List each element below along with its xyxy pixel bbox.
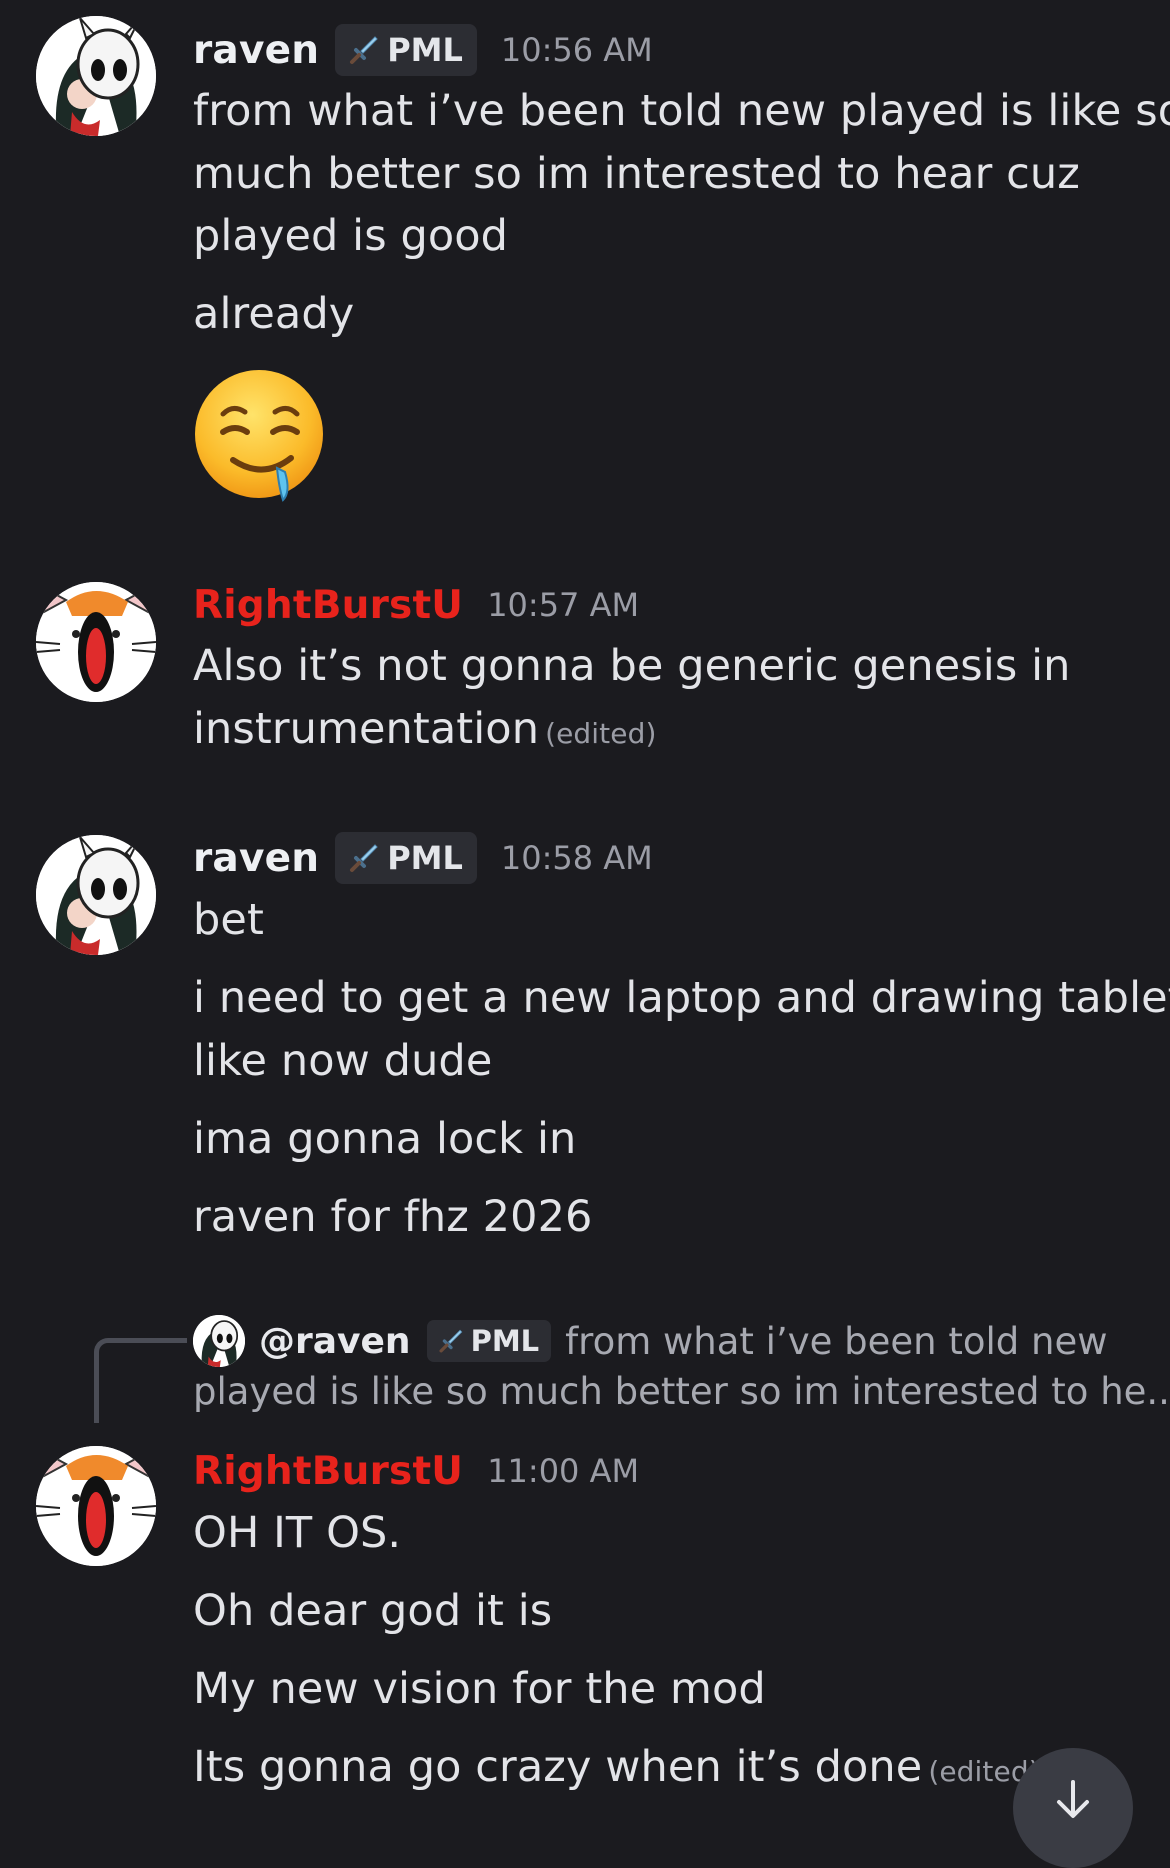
message-text: played is good bbox=[193, 211, 509, 261]
arrow-down-icon bbox=[1057, 1780, 1089, 1818]
message-text: My new vision for the mod bbox=[193, 1664, 766, 1714]
drooling-face-emoji[interactable] bbox=[193, 368, 333, 508]
message-text: bet bbox=[193, 895, 264, 945]
avatar-rightburstu[interactable] bbox=[36, 582, 156, 702]
message-text-with-edited: instrumentation (edited) bbox=[193, 704, 656, 754]
message-text: raven for fhz 2026 bbox=[193, 1192, 593, 1242]
username[interactable]: raven bbox=[193, 28, 319, 73]
role-tag-label: PML bbox=[470, 1324, 540, 1358]
role-tag-label: PML bbox=[387, 839, 463, 877]
message-text: from what i’ve been told new played is l… bbox=[193, 86, 1170, 136]
avatar-rightburstu[interactable] bbox=[36, 1446, 156, 1566]
message-text: Oh dear god it is bbox=[193, 1586, 553, 1636]
sword-icon bbox=[350, 844, 378, 872]
sword-icon bbox=[439, 1329, 462, 1353]
message-text: much better so im interested to hear cuz bbox=[193, 149, 1080, 199]
username[interactable]: RightBurstU bbox=[193, 583, 463, 628]
reply-mention[interactable]: @raven bbox=[259, 1321, 411, 1362]
sword-icon bbox=[350, 36, 378, 64]
role-tag[interactable]: PML bbox=[335, 24, 477, 76]
timestamp: 11:00 AM bbox=[487, 1452, 640, 1490]
timestamp: 10:57 AM bbox=[487, 586, 640, 624]
reply-preview[interactable]: @raven PML from what i’ve been told new bbox=[193, 1315, 1108, 1367]
jump-to-present-button[interactable] bbox=[1013, 1748, 1133, 1868]
reply-avatar[interactable] bbox=[193, 1315, 245, 1367]
username[interactable]: raven bbox=[193, 836, 319, 881]
reply-text: from what i’ve been told new bbox=[565, 1319, 1108, 1363]
role-tag[interactable]: PML bbox=[335, 832, 477, 884]
reply-connector bbox=[94, 1338, 187, 1423]
username[interactable]: RightBurstU bbox=[193, 1449, 463, 1494]
avatar-raven[interactable] bbox=[36, 835, 156, 955]
message-text-with-edited: Its gonna go crazy when it’s done (edited… bbox=[193, 1742, 1040, 1792]
message-text: instrumentation bbox=[193, 704, 540, 754]
message-text: i need to get a new laptop and drawing t… bbox=[193, 973, 1170, 1023]
edited-label: (edited) bbox=[545, 717, 657, 750]
message-text: Also it’s not gonna be generic genesis i… bbox=[193, 641, 1071, 691]
timestamp: 10:56 AM bbox=[500, 31, 653, 69]
role-tag[interactable]: PML bbox=[426, 1320, 552, 1362]
reply-text: played is like so much better so im inte… bbox=[193, 1370, 1170, 1413]
message-text: OH IT OS. bbox=[193, 1508, 402, 1558]
message-text: like now dude bbox=[193, 1036, 493, 1086]
message-text: Its gonna go crazy when it’s done bbox=[193, 1742, 923, 1792]
avatar-raven[interactable] bbox=[36, 16, 156, 136]
message-text: already bbox=[193, 289, 355, 339]
role-tag-label: PML bbox=[387, 31, 463, 69]
message-text: ima gonna lock in bbox=[193, 1114, 577, 1164]
timestamp: 10:58 AM bbox=[500, 839, 653, 877]
